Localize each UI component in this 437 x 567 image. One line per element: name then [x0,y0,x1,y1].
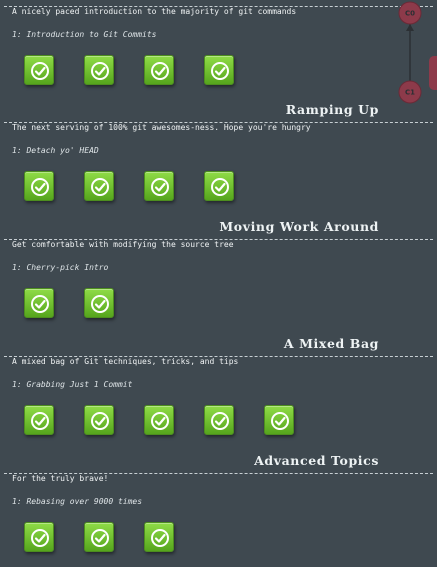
level-complete-button[interactable] [84,405,114,435]
checkmark-icon [31,62,49,80]
section-title: Ramping Up [285,102,379,117]
checkmark-icon [211,62,229,80]
checkmark-icon [271,412,289,430]
section-description: A mixed bag of Git techniques, tricks, a… [12,357,239,366]
section-title: Advanced Topics [254,453,379,468]
section-title: Moving Work Around [219,219,379,234]
level-complete-button[interactable] [84,522,114,552]
level-complete-button[interactable] [144,405,174,435]
section-description: For the truly brave! [12,474,109,483]
section-title: A Mixed Bag [283,336,379,351]
level-complete-button[interactable] [144,55,174,85]
level-name: 1: Cherry-pick Intro [12,263,109,272]
checkmark-icon [151,178,169,196]
checkmark-icon [91,412,109,430]
checkmark-icon [31,178,49,196]
level-complete-button[interactable] [264,405,294,435]
checkmark-icon [31,295,49,313]
commit-label-c0: C0 [405,10,415,18]
checkmark-icon [151,529,169,547]
checkmark-icon [31,412,49,430]
level-name: 1: Rebasing over 9000 times [12,497,143,506]
level-complete-button[interactable] [84,171,114,201]
level-complete-button[interactable] [24,405,54,435]
level-complete-button[interactable] [24,55,54,85]
branch-tag [429,56,437,90]
level-complete-button[interactable] [204,171,234,201]
checkmark-icon [151,62,169,80]
checkmark-icon [151,412,169,430]
checkmark-icon [211,178,229,196]
level-name: 1: Introduction to Git Commits [12,30,157,39]
section-description: A nicely paced introduction to the major… [12,7,297,16]
level-complete-button[interactable] [24,171,54,201]
checkmark-icon [91,62,109,80]
section-description: Get comfortable with modifying the sourc… [12,240,234,249]
checkmark-icon [211,412,229,430]
checkmark-icon [91,295,109,313]
checkmark-icon [91,529,109,547]
level-complete-button[interactable] [84,288,114,318]
level-complete-button[interactable] [204,405,234,435]
commit-tree-preview: C0 C1 [398,1,437,104]
level-complete-button[interactable] [144,171,174,201]
section-description: The next serving of 100% git awesomes-ne… [12,123,311,132]
level-complete-button[interactable] [24,288,54,318]
checkmark-icon [91,178,109,196]
level-complete-button[interactable] [84,55,114,85]
level-name: 1: Grabbing Just 1 Commit [12,380,133,389]
commit-label-c1: C1 [405,89,415,97]
checkmark-icon [31,529,49,547]
commit-node-c1 [398,80,422,104]
level-complete-button[interactable] [144,522,174,552]
level-complete-button[interactable] [204,55,234,85]
arrow-head-icon [406,24,414,31]
level-complete-button[interactable] [24,522,54,552]
level-name: 1: Detach yo' HEAD [12,146,99,155]
